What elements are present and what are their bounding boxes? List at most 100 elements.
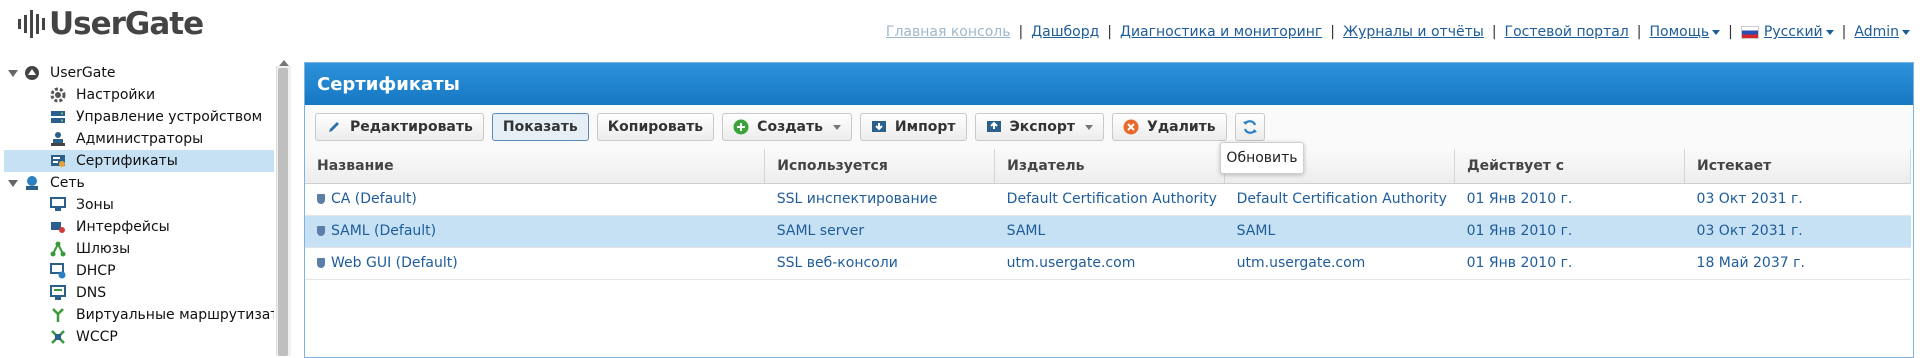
certificate-icon (50, 153, 66, 169)
show-button[interactable]: Показать (491, 113, 589, 141)
nav-separator: | (1107, 24, 1112, 40)
copy-button-label: Копировать (607, 119, 704, 135)
usergate-icon (24, 65, 40, 81)
sidebar-tree: UserGate Настройки Управление устройство… (0, 62, 274, 356)
nav-separator: | (1330, 24, 1335, 40)
sidebar-item-certificates[interactable]: Сертификаты (4, 150, 274, 172)
nav-guest-portal[interactable]: Гостевой портал (1505, 24, 1629, 40)
sidebar-item-label: Сертификаты (76, 153, 178, 169)
cell-valid-from: 01 Янв 2010 г. (1454, 215, 1685, 248)
sidebar-item-dns[interactable]: DNS (50, 282, 274, 304)
sidebar-item-label: Управление устройством (76, 109, 263, 125)
table-row[interactable]: Web GUI (Default) SSL веб-консоли utm.us… (305, 247, 1911, 280)
usergate-logo: UserGate (18, 4, 204, 44)
sidebar-item-label: Шлюзы (76, 241, 131, 257)
sidebar-item-label: Настройки (76, 87, 156, 103)
sidebar-item-label: WCCP (76, 329, 118, 345)
pencil-icon (326, 119, 342, 135)
logo-text: UserGate (49, 6, 204, 42)
cell-used: SSL инспектирование (764, 183, 995, 216)
export-icon (986, 119, 1002, 135)
show-button-label: Показать (502, 119, 578, 135)
nav-language-label: Русский (1763, 24, 1823, 40)
cell-expires: 03 Окт 2031 г. (1684, 183, 1911, 216)
sidebar-item-zones[interactable]: Зоны (50, 194, 274, 216)
cell-valid-from: 01 Янв 2010 г. (1454, 183, 1685, 216)
import-button-label: Импорт (894, 119, 956, 135)
sidebar-item-usergate[interactable]: UserGate (8, 62, 274, 84)
nav-admin-menu[interactable]: Admin (1854, 24, 1910, 40)
sidebar-item-device-management[interactable]: Управление устройством (50, 106, 274, 128)
nav-separator: | (1491, 24, 1497, 40)
table-header-row: Название Используется Издатель Субъект Д… (305, 149, 1911, 184)
nav-diagnostics[interactable]: Диагностика и мониторинг (1120, 24, 1322, 40)
nav-dashboard[interactable]: Дашборд (1031, 24, 1099, 40)
table-row[interactable]: SAML (Default) SAML server SAML SAML 01 … (305, 215, 1911, 248)
chevron-down-icon (832, 124, 841, 130)
delete-button-label: Удалить (1147, 119, 1216, 135)
wccp-icon (50, 329, 66, 345)
toolbar: Редактировать Показать Копировать Создат… (305, 105, 1913, 149)
cell-name: SAML (Default) (305, 215, 765, 248)
edit-button[interactable]: Редактировать (315, 113, 484, 141)
column-header-expires[interactable]: Истекает (1684, 149, 1911, 184)
sidebar-item-label: Сеть (50, 175, 85, 191)
nav-admin-label: Admin (1854, 24, 1899, 40)
cell-name-text: CA (Default) (331, 191, 417, 207)
delete-icon (1123, 119, 1139, 135)
sidebar-item-label: Администраторы (76, 131, 204, 147)
shield-icon (317, 258, 325, 268)
cell-issuer: SAML (994, 215, 1225, 248)
refresh-tooltip: Обновить (1220, 142, 1304, 174)
sidebar-item-label: Зоны (76, 197, 114, 213)
sidebar-item-label: DNS (76, 285, 107, 301)
zones-icon (50, 197, 66, 213)
sidebar-item-network[interactable]: Сеть (8, 172, 274, 194)
router-icon (50, 307, 66, 323)
refresh-button[interactable] (1234, 113, 1265, 141)
nav-separator: | (1018, 24, 1024, 40)
interfaces-icon (50, 219, 66, 235)
admin-icon (50, 131, 66, 147)
column-header-name[interactable]: Название (305, 149, 766, 184)
sidebar-item-gateways[interactable]: Шлюзы (50, 238, 274, 260)
expand-triangle-icon[interactable] (8, 69, 18, 77)
sidebar-scrollbar-thumb[interactable] (278, 68, 288, 356)
copy-button[interactable]: Копировать (596, 113, 715, 141)
expand-triangle-icon[interactable] (8, 179, 18, 187)
create-button-label: Создать (757, 119, 823, 135)
sidebar-item-wccp[interactable]: WCCP (50, 326, 274, 348)
column-header-issuer[interactable]: Издатель (994, 149, 1226, 184)
sidebar-item-settings[interactable]: Настройки (50, 84, 274, 106)
column-header-used[interactable]: Используется (764, 149, 996, 184)
sidebar-item-label: Виртуальные маршрутизатор (76, 307, 274, 323)
table-row[interactable]: CA (Default) SSL инспектирование Default… (305, 183, 1911, 216)
network-icon (24, 175, 40, 191)
top-navigation: Главная консоль | Дашборд | Диагностика … (886, 24, 1910, 40)
nav-help-menu[interactable]: Помощь (1649, 24, 1721, 40)
sidebar-item-administrators[interactable]: Администраторы (50, 128, 274, 150)
create-button[interactable]: Создать (722, 113, 852, 141)
sidebar-item-virtual-routers[interactable]: Виртуальные маршрутизатор (50, 304, 274, 326)
cell-subject: Default Certification Authority (1224, 183, 1455, 216)
cell-name-text: Web GUI (Default) (331, 255, 458, 271)
column-header-valid-from[interactable]: Действует с (1454, 149, 1686, 184)
sidebar-item-interfaces[interactable]: Интерфейсы (50, 216, 274, 238)
nav-language-menu[interactable]: Русский (1740, 24, 1834, 40)
sidebar-item-dhcp[interactable]: DHCP (50, 260, 274, 282)
nav-separator: | (1728, 24, 1733, 40)
import-button[interactable]: Импорт (859, 113, 967, 141)
nav-logs-reports[interactable]: Журналы и отчёты (1343, 24, 1484, 40)
export-button[interactable]: Экспорт (974, 113, 1105, 141)
export-button-label: Экспорт (1009, 119, 1076, 135)
cell-expires: 03 Окт 2031 г. (1684, 215, 1911, 248)
nav-separator: | (1841, 24, 1847, 40)
cell-name: Web GUI (Default) (305, 247, 765, 280)
refresh-icon (1242, 119, 1258, 135)
sidebar-item-label: Интерфейсы (76, 219, 170, 235)
edit-button-label: Редактировать (350, 119, 473, 135)
delete-button[interactable]: Удалить (1112, 113, 1227, 141)
nav-separator: | (1636, 24, 1642, 40)
dns-icon (50, 285, 66, 301)
dhcp-icon (50, 263, 66, 279)
